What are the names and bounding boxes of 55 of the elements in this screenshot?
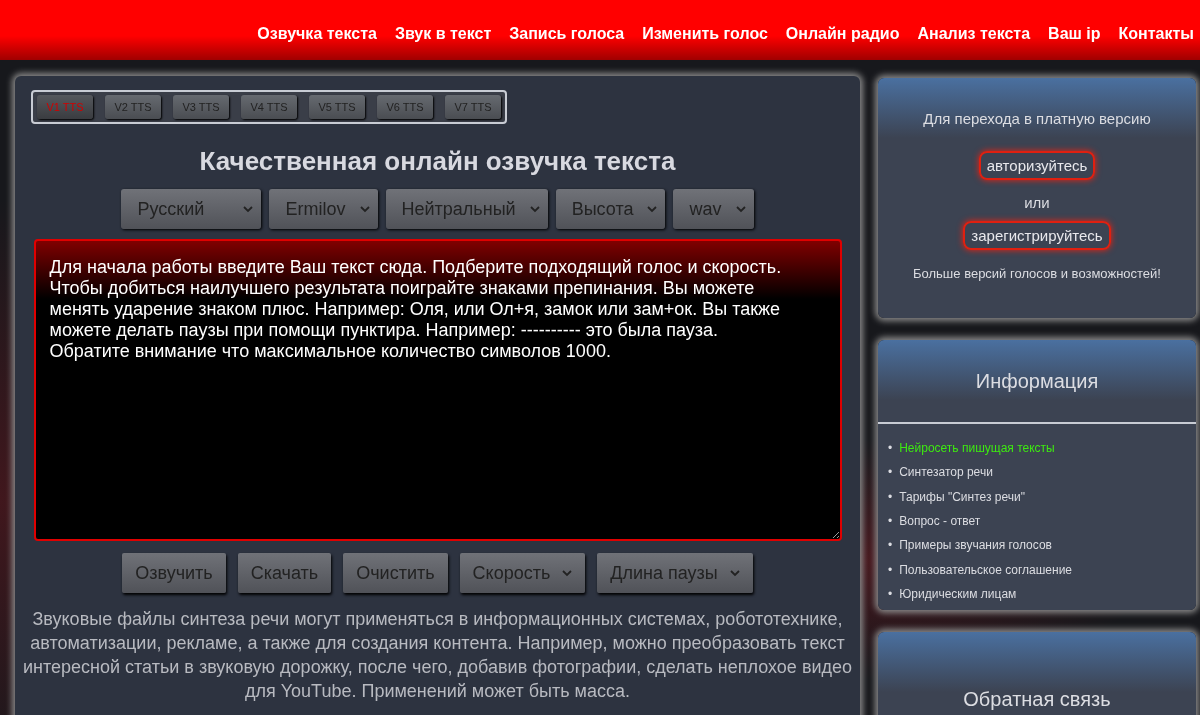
page-heading: Качественная онлайн озвучка текста <box>199 146 676 177</box>
dropdown[interactable]: Скорость <box>459 553 586 593</box>
version-tab[interactable]: V6 TTS <box>377 95 433 119</box>
chevron-down-icon <box>359 205 370 213</box>
chevron-down-icon <box>243 205 254 213</box>
card-title: Для перехода в платную версию <box>923 110 1151 127</box>
dropdown[interactable]: Высота <box>555 189 666 229</box>
info-link[interactable]: Вопрос - ответ <box>899 513 981 530</box>
nav-link[interactable]: Онлайн радио <box>785 25 900 43</box>
chevron-down-icon <box>647 205 658 213</box>
bullet: • <box>888 585 893 602</box>
nav-link[interactable]: Изменить голос <box>642 25 768 43</box>
info-link[interactable]: Синтезатор речи <box>899 464 993 481</box>
dropdown[interactable]: Русский <box>121 189 262 229</box>
bullet: • <box>888 513 893 530</box>
action-button[interactable]: Скачать <box>237 553 332 593</box>
action-button[interactable]: Озвучить <box>122 553 226 593</box>
bullet: • <box>888 537 893 554</box>
bullet: • <box>888 488 893 505</box>
action-button[interactable]: Очистить <box>343 553 448 593</box>
text-input-field[interactable]: Для начала работы введите Ваш текст сюда. Подберите подходящий голос и скорость. Чтобы добиться наилучшего результата поиграйте знаками препинания. Вы можете менять ударение знаком плюс. Например: Оля, или Ол+я, замок или зам+ок. Вы также можете делать паузы при помощи пунктира. Например: ---------- это была пауза. Обратите внимание что максимальное количество символов 1000. <box>33 239 842 541</box>
nav-link[interactable]: Запись голоса <box>509 25 625 43</box>
nav-link[interactable]: Ваш ip <box>1048 25 1101 43</box>
info-link[interactable]: Юридическим лицам <box>899 585 1017 602</box>
version-tab[interactable]: V4 TTS <box>241 95 297 119</box>
chevron-down-icon <box>729 569 740 577</box>
version-tab[interactable]: V7 TTS <box>445 95 501 119</box>
info-link[interactable]: Пользовательское соглашение <box>899 561 1073 578</box>
version-tab[interactable]: V5 TTS <box>309 95 365 119</box>
dropdown[interactable]: Длина паузы <box>597 553 753 593</box>
chevron-down-icon <box>529 205 540 213</box>
description-text: Звуковые файлы синтеза речи могут применяться в информационных системах, робототехнике, автоматизации, рекламе, а также для создания контента. Например, можно преобразовать текст интересной статьи в звуковую дорожку, после чего, добавив фотографии, сделать неплохое видео для YouTube. Применений может быть масса. <box>21 608 854 703</box>
info-link[interactable]: Нейросеть пишущая тексты <box>899 440 1055 457</box>
version-tab[interactable]: V2 TTS <box>105 95 161 119</box>
dropdown[interactable]: Ermilov <box>269 189 378 229</box>
chevron-down-icon <box>562 569 573 577</box>
bullet: • <box>888 561 893 578</box>
or-text: или <box>1024 194 1050 211</box>
card-title: Обратная связь <box>963 688 1111 712</box>
dropdown[interactable]: wav <box>673 189 754 229</box>
nav-link[interactable]: Озвучка текста <box>257 25 377 43</box>
dropdown[interactable]: Нейтральный <box>385 189 548 229</box>
register-link[interactable]: зарегистрируйтесь <box>963 221 1111 250</box>
card-note: Больше версий голосов и возможностей! <box>913 266 1161 281</box>
login-link[interactable]: авторизуйтесь <box>978 151 1096 180</box>
info-link[interactable]: Примеры звучания голосов <box>899 537 1052 554</box>
bullet: • <box>888 440 893 457</box>
chevron-down-icon <box>735 205 746 213</box>
nav-link[interactable]: Контакты <box>1118 25 1194 43</box>
info-link[interactable]: Тарифы "Синтез речи" <box>899 488 1025 505</box>
nav-link[interactable]: Анализ текста <box>917 25 1031 43</box>
bullet: • <box>888 464 893 481</box>
nav-link[interactable]: Звук в текст <box>394 25 492 43</box>
version-tab[interactable]: V3 TTS <box>173 95 229 119</box>
card-title: Информация <box>975 369 1099 393</box>
